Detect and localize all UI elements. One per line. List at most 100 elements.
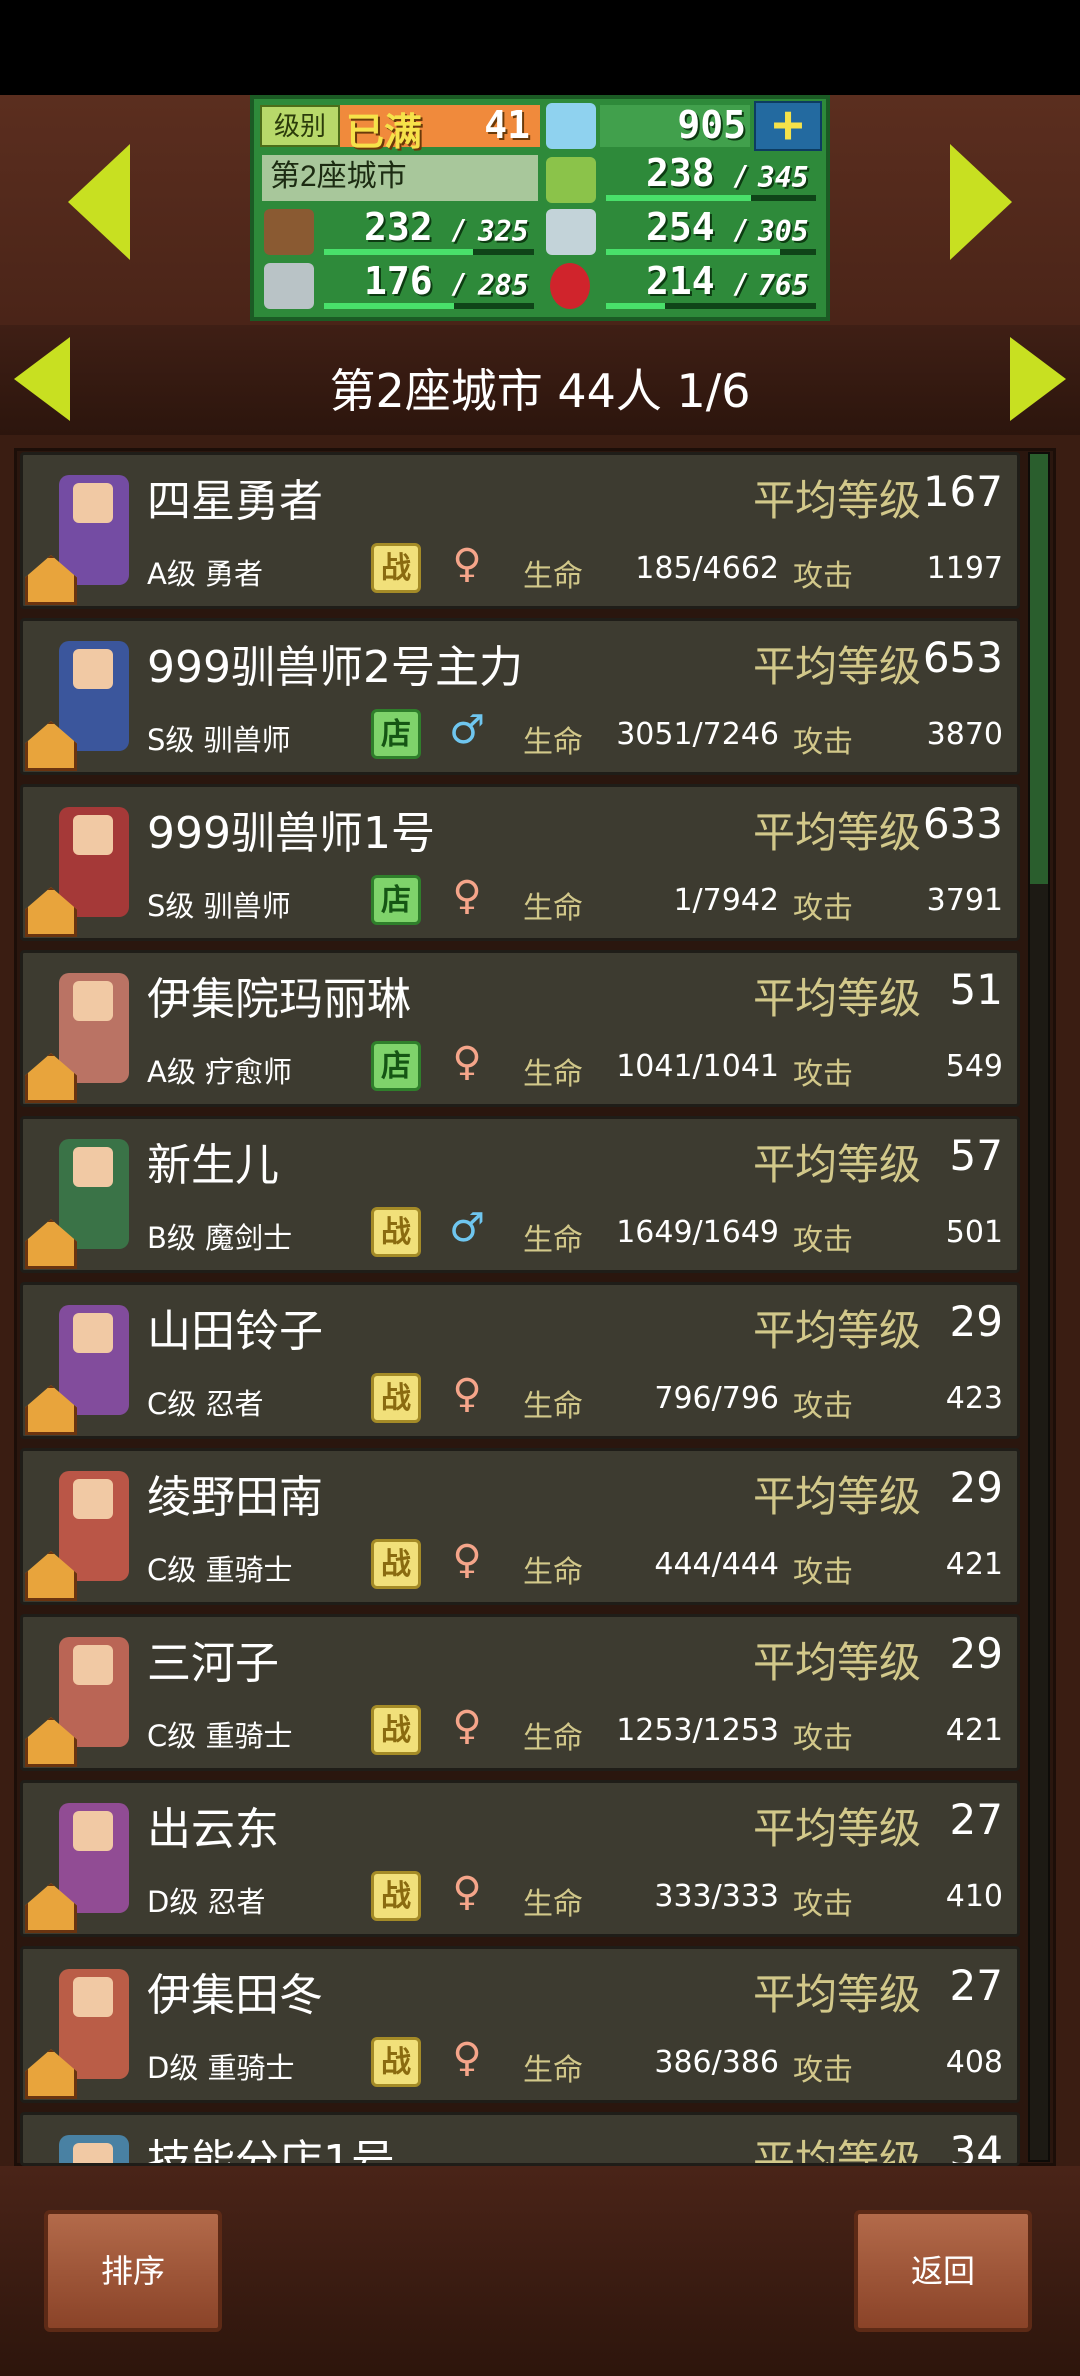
food-icon <box>546 209 596 255</box>
level-value: 41 <box>484 103 530 147</box>
grass-max: 345 <box>758 161 809 194</box>
scrollbar-thumb[interactable] <box>1030 454 1048 884</box>
unit-card[interactable]: 绫野田南 平均等级 29 C级 重骑士 战 ♀ 生命 444/444 攻击 421 <box>20 1448 1020 1605</box>
avg-level-label: 平均等级 <box>752 808 921 857</box>
unit-portrait <box>25 789 145 939</box>
unit-name: 三河子 <box>147 1638 279 1689</box>
unit-class: D级 重骑士 <box>147 2051 295 2085</box>
avg-level-label: 平均等级 <box>752 974 921 1023</box>
avg-level-value: 51 <box>949 965 1003 1014</box>
avg-level-label: 平均等级 <box>752 642 921 691</box>
shop-tag-icon: 店 <box>371 1041 421 1091</box>
unit-class: C级 重骑士 <box>147 1553 293 1587</box>
hp-label: 生命 <box>523 1887 583 1922</box>
gem-value: 905 <box>677 103 746 147</box>
female-icon: ♀ <box>452 1703 482 1749</box>
hp-label: 生命 <box>523 1721 583 1756</box>
avg-level-value: 27 <box>949 1961 1003 2010</box>
unit-card[interactable]: 出云东 平均等级 27 D级 忍者 战 ♀ 生命 333/333 攻击 410 <box>20 1780 1020 1937</box>
ore-bar <box>324 303 534 309</box>
unit-name: 999驯兽师1号 <box>147 808 435 859</box>
wood-max: 325 <box>478 215 529 248</box>
level-label: 级别 <box>260 105 340 147</box>
male-icon: ♂ <box>449 707 485 753</box>
add-gems-button[interactable]: + <box>754 99 822 151</box>
unit-name: 山田铃子 <box>147 1306 323 1357</box>
unit-card[interactable]: 三河子 平均等级 29 C级 重骑士 战 ♀ 生命 1253/1253 攻击 421 <box>20 1614 1020 1771</box>
avg-level-value: 29 <box>949 1297 1003 1346</box>
female-icon: ♀ <box>452 1039 482 1085</box>
hp-label: 生命 <box>523 559 583 594</box>
hp-label: 生命 <box>523 1057 583 1092</box>
hp-label: 生命 <box>523 1223 583 1258</box>
atk-value: 3870 <box>926 717 1003 752</box>
female-icon: ♀ <box>452 873 482 919</box>
battle-tag-icon: 战 <box>371 1705 421 1755</box>
unit-portrait <box>25 1121 145 1271</box>
list-scrollbar[interactable] <box>1028 452 1050 2162</box>
food-value: 254 <box>646 205 715 249</box>
atk-value: 410 <box>945 1879 1003 1914</box>
female-icon: ♀ <box>452 1869 482 1915</box>
ruby-value: 214 <box>646 259 715 303</box>
battle-tag-icon: 战 <box>371 1871 421 1921</box>
ore-separator: / <box>450 267 467 300</box>
unit-card[interactable]: 999驯兽师2号主力 平均等级 653 S级 驯兽师 店 ♂ 生命 3051/7246 攻击 38… <box>20 618 1020 775</box>
unit-portrait <box>25 457 145 607</box>
atk-label: 攻击 <box>793 1555 853 1590</box>
unit-name: 出云东 <box>147 1804 279 1855</box>
hp-label: 生命 <box>523 1555 583 1590</box>
avg-level-value: 29 <box>949 1629 1003 1678</box>
atk-label: 攻击 <box>793 559 853 594</box>
unit-class: S级 驯兽师 <box>147 889 291 923</box>
unit-card[interactable]: 四星勇者 平均等级 167 A级 勇者 战 ♀ 生命 185/4662 攻击 1197 <box>20 452 1020 609</box>
avg-level-label: 平均等级 <box>752 1804 921 1853</box>
battle-tag-icon: 战 <box>371 543 421 593</box>
hp-value: 333/333 <box>654 1879 779 1914</box>
resource-panel: 级别 已满 41 905 + 第2座城市 238 / 345 232 / 325… <box>250 95 830 321</box>
unit-class: S级 驯兽师 <box>147 723 291 757</box>
unit-name: 新生儿 <box>147 1140 279 1191</box>
prev-arrow-icon[interactable] <box>68 144 130 260</box>
sort-button[interactable]: 排序 <box>44 2210 222 2332</box>
ruby-separator: / <box>732 267 749 300</box>
unit-card[interactable]: 山田铃子 平均等级 29 C级 忍者 战 ♀ 生命 796/796 攻击 423 <box>20 1282 1020 1439</box>
unit-card[interactable]: 999驯兽师1号 平均等级 633 S级 驯兽师 店 ♀ 生命 1/7942 攻击 3791 <box>20 784 1020 941</box>
back-button[interactable]: 返回 <box>854 2210 1032 2332</box>
city-title: 第2座城市 44人 1/6 <box>329 364 751 418</box>
city-name-label: 第2座城市 <box>262 155 538 201</box>
next-arrow-icon[interactable] <box>950 144 1012 260</box>
avg-level-label: 平均等级 <box>752 1638 921 1687</box>
unit-name: 伊集院玛丽琳 <box>147 974 411 1025</box>
ore-icon <box>264 263 314 309</box>
male-icon: ♂ <box>449 1205 485 1251</box>
shop-tag-icon: 店 <box>371 875 421 925</box>
grass-value: 238 <box>646 151 715 195</box>
hp-label: 生命 <box>523 725 583 760</box>
atk-label: 攻击 <box>793 1389 853 1424</box>
hp-value: 796/796 <box>654 1381 779 1416</box>
female-icon: ♀ <box>452 1371 482 1417</box>
unit-card[interactable]: 伊集院玛丽琳 平均等级 51 A级 疗愈师 店 ♀ 生命 1041/1041 攻击 549 <box>20 950 1020 1107</box>
wood-separator: / <box>450 213 467 246</box>
gem-icon <box>546 103 596 149</box>
unit-portrait <box>25 955 145 1105</box>
hp-value: 1253/1253 <box>616 1713 779 1748</box>
female-icon: ♀ <box>452 541 482 587</box>
avg-level-value: 27 <box>949 1795 1003 1844</box>
atk-value: 421 <box>945 1713 1003 1748</box>
wood-value: 232 <box>364 205 433 249</box>
atk-label: 攻击 <box>793 725 853 760</box>
unit-class: C级 重骑士 <box>147 1719 293 1753</box>
avg-level-value: 653 <box>922 633 1003 682</box>
unit-card[interactable]: 技能分店1号 平均等级 34 <box>20 2112 1020 2166</box>
unit-portrait <box>25 1619 145 1769</box>
unit-name: 999驯兽师2号主力 <box>147 642 523 693</box>
unit-card[interactable]: 伊集田冬 平均等级 27 D级 重骑士 战 ♀ 生命 386/386 攻击 408 <box>20 1946 1020 2103</box>
avg-level-value: 167 <box>922 467 1003 516</box>
hp-value: 1649/1649 <box>616 1215 779 1250</box>
unit-class: A级 勇者 <box>147 557 264 591</box>
unit-name: 四星勇者 <box>147 476 323 527</box>
unit-class: A级 疗愈师 <box>147 1055 293 1089</box>
unit-card[interactable]: 新生儿 平均等级 57 B级 魔剑士 战 ♂ 生命 1649/1649 攻击 501 <box>20 1116 1020 1273</box>
